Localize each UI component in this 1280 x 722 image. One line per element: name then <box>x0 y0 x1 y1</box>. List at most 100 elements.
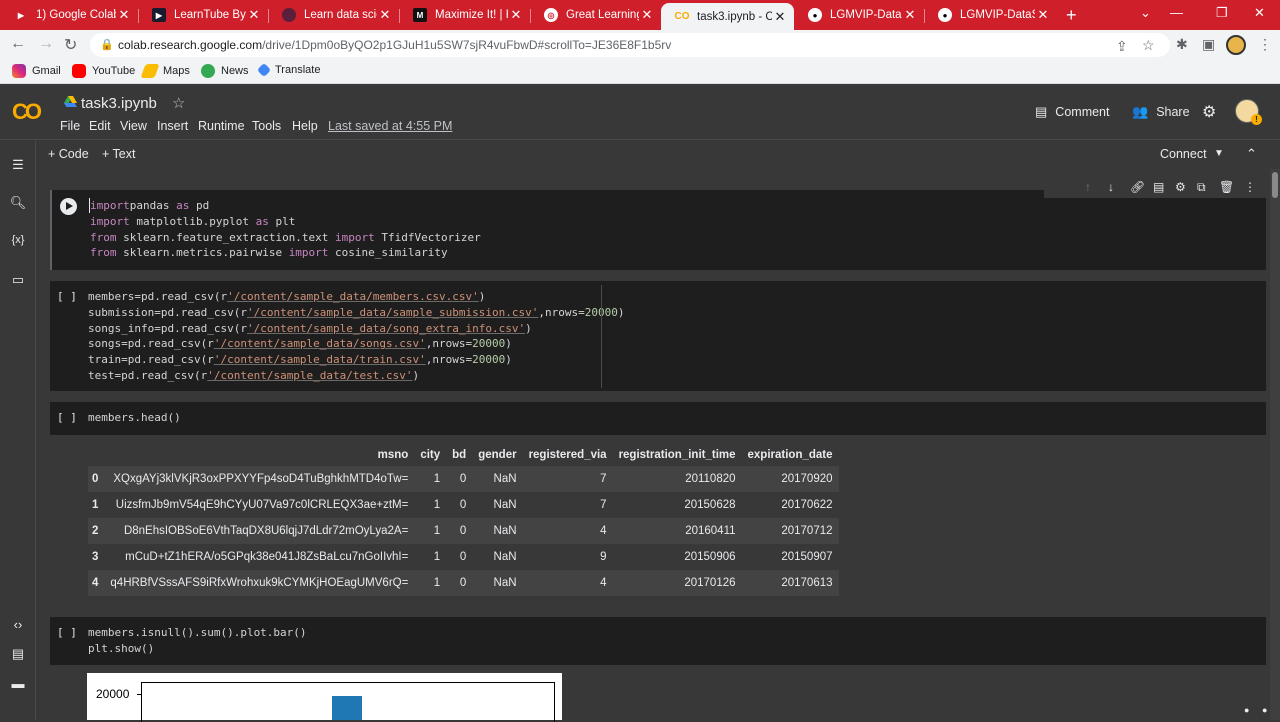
close-tab-icon[interactable]: ✕ <box>639 7 655 23</box>
browser-tab[interactable]: Learn data scienc ✕ <box>268 3 399 27</box>
hackerrank-icon: M <box>413 8 427 22</box>
scrollbar[interactable] <box>1270 169 1280 720</box>
move-up-icon[interactable]: ↑ <box>1085 180 1091 194</box>
close-tab-icon[interactable]: ✕ <box>1035 7 1051 23</box>
menu-runtime[interactable]: Runtime <box>198 119 245 133</box>
code-line[interactable]: from sklearn.metrics.pairwise import cos… <box>90 245 481 261</box>
close-tab-icon[interactable]: ✕ <box>377 7 393 23</box>
cell-code[interactable]: members.isnull().sum().plot.bar() plt.sho… <box>88 625 307 657</box>
back-icon[interactable]: ← <box>10 35 26 53</box>
share-button[interactable]: 👥 Share <box>1132 104 1190 120</box>
variables-icon[interactable]: {x} <box>8 234 28 246</box>
add-code-button[interactable]: + Code <box>48 147 89 161</box>
user-avatar[interactable]: ! <box>1235 99 1262 125</box>
code-line[interactable]: train=pd.read_csv(r'/content/sample_data… <box>88 352 624 368</box>
code-line[interactable]: members=pd.read_csv(r'/content/sample_da… <box>88 289 624 305</box>
maximize-icon[interactable]: ❐ <box>1216 5 1228 21</box>
bookmark-star-icon[interactable]: ☆ <box>1142 37 1155 54</box>
code-cell[interactable]: [ ] members=pd.read_csv(r'/content/sampl… <box>50 281 1266 391</box>
bookmark-gmail[interactable]: Gmail <box>12 64 61 78</box>
colab-logo[interactable]: CO <box>12 99 42 125</box>
code-line[interactable]: importpandas as pd <box>90 198 481 214</box>
browser-tab[interactable]: ● LGMVIP-DataScie ✕ <box>794 3 924 27</box>
connect-button[interactable]: Connect <box>1160 147 1207 161</box>
scrollbar-thumb[interactable] <box>1272 172 1278 198</box>
search-icon[interactable]: 🔍︎ <box>8 195 28 211</box>
cell-code[interactable]: members=pd.read_csv(r'/content/sample_da… <box>88 289 624 384</box>
address-bar[interactable]: 🔒 colab.research.google.com/drive/1Dpm0o… <box>90 33 1170 57</box>
code-line[interactable]: members.head() <box>88 410 181 426</box>
code-line[interactable]: test=pd.read_csv(r'/content/sample_data/… <box>88 368 624 384</box>
bookmark-youtube[interactable]: YouTube <box>72 64 135 78</box>
command-palette-icon[interactable]: ▤ <box>8 646 28 662</box>
browser-tab[interactable]: ▶ 1) Google Colab ✕ <box>0 3 138 27</box>
menu-help[interactable]: Help <box>292 119 318 133</box>
browser-tab[interactable]: M Maximize It! | Ha ✕ <box>399 3 530 27</box>
code-line[interactable]: import matplotlib.pyplot as plt <box>90 214 481 230</box>
close-tab-icon[interactable]: ✕ <box>508 7 524 23</box>
execution-count[interactable]: [ ] <box>57 290 77 303</box>
close-tab-icon[interactable]: ✕ <box>772 9 788 25</box>
code-line[interactable]: plt.show() <box>88 641 307 657</box>
star-icon[interactable]: ☆ <box>172 94 185 112</box>
close-tab-icon[interactable]: ✕ <box>902 7 918 23</box>
code-line[interactable]: submission=pd.read_csv(r'/content/sample… <box>88 305 624 321</box>
comment-button[interactable]: ▤ Comment <box>1035 104 1109 120</box>
code-token: import <box>288 246 329 260</box>
close-window-icon[interactable]: ✕ <box>1254 5 1265 21</box>
tab-search-icon[interactable]: ⌄ <box>1140 5 1151 21</box>
side-panel-icon[interactable]: ▣ <box>1202 36 1215 53</box>
bookmark-maps[interactable]: Maps <box>140 64 190 78</box>
menu-view[interactable]: View <box>120 119 147 133</box>
browser-tab[interactable]: ▶ LearnTube By Ca ✕ <box>138 3 268 27</box>
code-cell[interactable]: importpandas as pd import matplotlib.pypl… <box>50 190 1266 270</box>
code-cell[interactable]: [ ] members.isnull().sum().plot.bar() plt… <box>50 617 1266 665</box>
execution-count[interactable]: [ ] <box>57 626 77 639</box>
menu-edit[interactable]: Edit <box>89 119 111 133</box>
mirror-cell-icon[interactable]: ⧉ <box>1197 180 1206 195</box>
table-of-contents-icon[interactable]: ☰ <box>8 157 28 173</box>
more-options-icon[interactable]: ⋮ <box>1244 180 1256 194</box>
code-cell[interactable]: [ ] members.head() <box>50 402 1266 435</box>
code-line[interactable]: songs_info=pd.read_csv(r'/content/sample… <box>88 321 624 337</box>
notebook-name[interactable]: task3.ipynb <box>81 95 157 112</box>
add-text-button[interactable]: + Text <box>102 147 135 161</box>
menu-file[interactable]: File <box>60 119 80 133</box>
run-cell-button[interactable] <box>60 198 77 215</box>
minimize-icon[interactable]: — <box>1170 5 1183 20</box>
move-down-icon[interactable]: ↓ <box>1108 180 1114 194</box>
last-saved-link[interactable]: Last saved at 4:55 PM <box>328 119 452 133</box>
close-tab-icon[interactable]: ✕ <box>246 7 262 23</box>
new-tab-button[interactable]: + <box>1066 5 1077 26</box>
chevron-down-icon[interactable]: ▼ <box>1214 148 1224 159</box>
close-tab-icon[interactable]: ✕ <box>116 7 132 23</box>
browser-tab[interactable]: ● LGMVIP-DataScie ✕ <box>924 3 1057 27</box>
menu-insert[interactable]: Insert <box>157 119 188 133</box>
delete-icon[interactable]: 🗑︎ <box>1219 180 1234 194</box>
bookmark-news[interactable]: News <box>201 64 249 78</box>
cell-code[interactable]: importpandas as pd import matplotlib.pypl… <box>90 198 481 261</box>
browser-tab-active[interactable]: CO task3.ipynb - Cola ✕ <box>661 3 794 30</box>
cell-code[interactable]: members.head() <box>88 410 181 426</box>
execution-count[interactable]: [ ] <box>57 411 77 424</box>
terminal-icon[interactable]: ▬ <box>8 676 28 691</box>
code-line[interactable]: from sklearn.feature_extraction.text imp… <box>90 230 481 246</box>
share-page-icon[interactable]: ⇪ <box>1116 38 1128 55</box>
link-icon[interactable]: 🔗︎ <box>1130 180 1145 194</box>
comment-cell-icon[interactable]: ▤ <box>1153 180 1164 194</box>
forward-icon[interactable]: → <box>38 35 54 53</box>
code-line[interactable]: members.isnull().sum().plot.bar() <box>88 625 307 641</box>
chevron-up-icon[interactable]: ⌃ <box>1246 146 1257 162</box>
browser-tab[interactable]: ◎ Great Learning ✕ <box>530 3 661 27</box>
settings-gear-icon[interactable]: ⚙ <box>1202 102 1216 122</box>
bookmark-translate[interactable]: Translate <box>256 62 320 78</box>
chrome-menu-icon[interactable]: ⋮ <box>1258 36 1272 53</box>
profile-avatar[interactable] <box>1226 35 1246 55</box>
extensions-icon[interactable]: ✱ <box>1176 36 1188 53</box>
reload-icon[interactable]: ↻ <box>64 35 77 55</box>
code-line[interactable]: songs=pd.read_csv(r'/content/sample_data… <box>88 336 624 352</box>
menu-tools[interactable]: Tools <box>252 119 281 133</box>
files-folder-icon[interactable]: ▭ <box>8 272 28 288</box>
cell-settings-icon[interactable]: ⚙ <box>1175 180 1186 194</box>
code-snippets-icon[interactable]: ‹› <box>8 617 28 632</box>
